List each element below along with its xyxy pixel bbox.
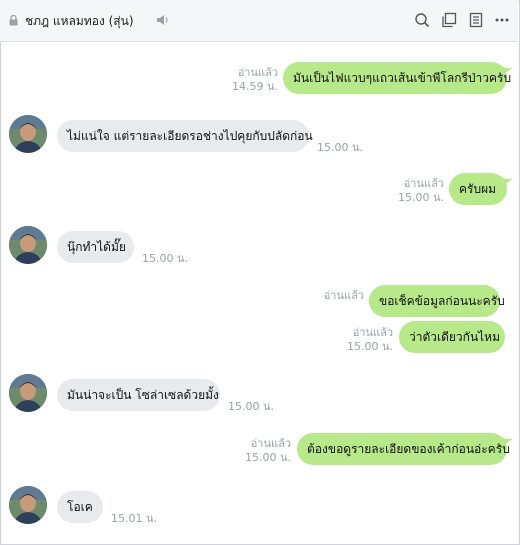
message-bubble[interactable]: ครับผม: [449, 173, 507, 205]
message-bubble[interactable]: ต้องขอดูรายละเอียดของเค้าก่อนอ่ะครับ: [297, 433, 510, 465]
message-bubble[interactable]: ขอเช็คข้อมูลก่อนนะครับ: [369, 285, 505, 317]
copy-icon[interactable]: [441, 12, 457, 28]
message-bubble[interactable]: โอเค: [57, 491, 103, 523]
message-bubble[interactable]: ว่าตัวเดียวกันไหม: [399, 321, 505, 353]
read-receipt: อ่านแล้ว 14.59 น.: [231, 66, 278, 93]
message-time: 15.00 น.: [228, 400, 275, 413]
message-bubble[interactable]: มันเป็นไฟแวบๆแถวเส้นเข้าพีโลกรีป่าวครับ: [283, 62, 511, 94]
chat-title: ชภฎ แหลมทอง (สุ่น): [25, 14, 134, 28]
message-bubble[interactable]: นุ๊กทำได้มั๊ย: [57, 231, 134, 263]
message-time: 15.00 น.: [317, 141, 364, 154]
message-time: 15.00 น.: [142, 252, 189, 265]
speaker-icon[interactable]: [156, 14, 169, 26]
avatar[interactable]: [9, 374, 47, 412]
avatar[interactable]: [9, 486, 47, 524]
bubble-tail: [501, 65, 513, 75]
bubble-tail: [501, 176, 513, 186]
chat-header: ชภฎ แหลมทอง (สุ่น): [0, 0, 518, 42]
read-receipt: อ่านแล้ว: [323, 289, 364, 302]
read-receipt: อ่านแล้ว 15.00 น.: [346, 326, 393, 353]
bubble-tail: [501, 436, 513, 446]
message-bubble[interactable]: มันน่าจะเป็น โซล่าเซลด้วยมั้ง: [57, 379, 220, 411]
read-receipt: อ่านแล้ว 15.00 น.: [244, 437, 291, 464]
lock-icon: [9, 15, 18, 26]
avatar[interactable]: [9, 226, 47, 264]
message-bubble[interactable]: ไม่แน่ใจ แต่รายละเอียดรอช่างไปคุยกับปลัด…: [57, 120, 313, 152]
more-icon[interactable]: [494, 12, 510, 28]
message-time: 15.01 น.: [111, 512, 158, 525]
read-receipt: อ่านแล้ว 15.00 น.: [397, 177, 444, 204]
avatar[interactable]: [9, 115, 47, 153]
notes-icon[interactable]: [468, 12, 484, 28]
search-icon[interactable]: [414, 12, 430, 28]
